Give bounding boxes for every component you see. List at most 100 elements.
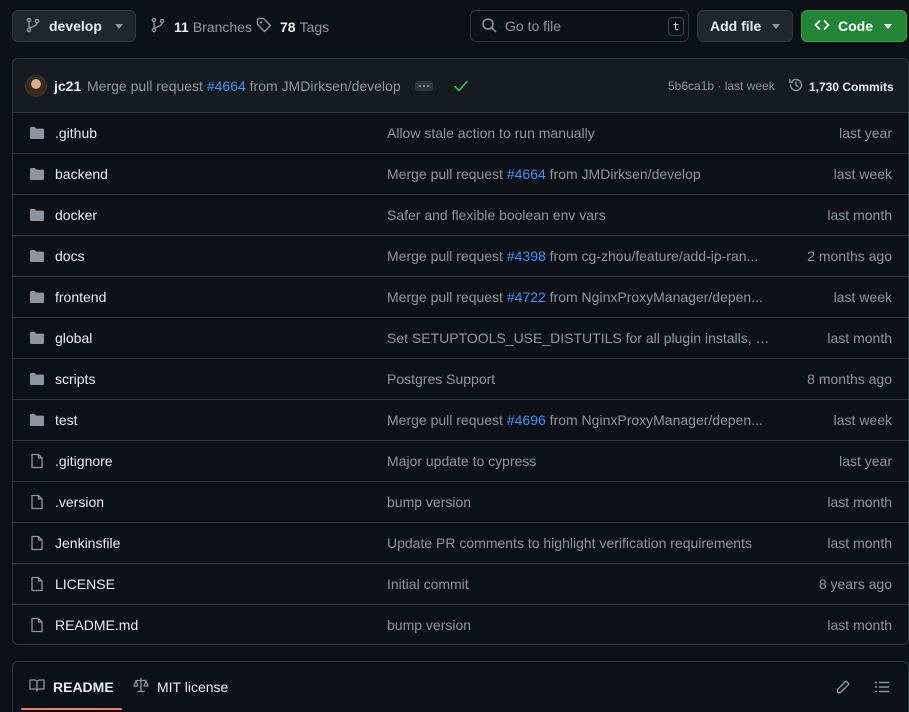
file-commit-date: last year (839, 125, 892, 141)
file-commit-message[interactable]: Safer and flexible boolean env vars (387, 207, 773, 223)
folder-icon (29, 330, 45, 349)
file-name[interactable]: .version (55, 494, 104, 510)
tag-icon (256, 17, 280, 36)
file-commit-message[interactable]: Merge pull request #4696 from NginxProxy… (387, 412, 773, 428)
code-icon (814, 17, 830, 36)
file-commit-date: last week (833, 289, 892, 305)
file-commit-pr-link[interactable]: #4664 (507, 166, 546, 182)
file-name[interactable]: docker (55, 207, 97, 223)
file-icon (29, 617, 45, 636)
file-name[interactable]: .github (55, 125, 97, 141)
file-commit-date: last month (827, 535, 892, 551)
folder-icon (29, 207, 45, 226)
folder-icon (29, 125, 45, 144)
commit-pr-link[interactable]: #4664 (207, 78, 246, 94)
file-icon (29, 576, 45, 595)
file-browser: jc21 Merge pull request #4664 from JMDir… (12, 58, 909, 645)
tags-label: Tags (299, 18, 330, 35)
go-to-file-search[interactable]: t (470, 10, 689, 42)
check-icon[interactable] (453, 79, 469, 96)
file-name[interactable]: docs (55, 248, 85, 264)
add-file-button[interactable]: Add file (697, 10, 793, 42)
chevron-down-icon (884, 24, 892, 29)
file-commit-date: 8 months ago (807, 371, 892, 387)
file-commit-message[interactable]: Merge pull request #4664 from JMDirksen/… (387, 166, 773, 182)
file-row[interactable]: .github Allow stale action to run manuall… (13, 113, 908, 154)
file-row[interactable]: Jenkinsfile Update PR comments to highlig… (13, 523, 908, 564)
file-commit-message[interactable]: Initial commit (387, 576, 773, 592)
file-commit-message[interactable]: bump version (387, 617, 773, 633)
file-commit-message[interactable]: Merge pull request #4722 from NginxProxy… (387, 289, 773, 305)
book-icon (29, 677, 53, 696)
file-name[interactable]: test (55, 412, 78, 428)
file-name[interactable]: global (55, 330, 92, 346)
file-row[interactable]: README.md bump version last month (13, 605, 908, 644)
branch-selector-button[interactable]: develop (12, 10, 136, 42)
shortcut-hint: t (668, 17, 684, 36)
file-commit-date: last week (833, 166, 892, 182)
file-row[interactable]: scripts Postgres Support 8 months ago (13, 359, 908, 400)
code-button[interactable]: Code (801, 10, 907, 42)
file-row[interactable]: frontend Merge pull request #4722 from Ng… (13, 277, 908, 318)
branch-icon (150, 17, 174, 36)
add-file-label: Add file (710, 18, 762, 34)
file-row[interactable]: LICENSE Initial commit 8 years ago (13, 564, 908, 605)
file-commit-message-prefix: Merge pull request (387, 248, 507, 264)
file-row[interactable]: global Set SETUPTOOLS_USE_DISTUTILS for a… (13, 318, 908, 359)
chevron-down-icon (115, 24, 123, 29)
file-commit-message[interactable]: Merge pull request #4398 from cg-zhou/fe… (387, 248, 773, 264)
file-icon (29, 453, 45, 472)
file-commit-date: last month (827, 494, 892, 510)
file-commit-pr-link[interactable]: #4722 (507, 289, 546, 305)
file-commit-message[interactable]: bump version (387, 494, 773, 510)
file-commit-message[interactable]: Major update to cypress (387, 453, 773, 469)
branches-link[interactable]: 11 Branches (150, 17, 252, 36)
commit-author[interactable]: jc21 (54, 78, 81, 94)
search-input[interactable] (505, 18, 655, 34)
file-commit-message-prefix: Set SETUPTOOLS_USE_DISTUTILS for all plu… (387, 330, 773, 346)
file-name[interactable]: scripts (55, 371, 95, 387)
avatar[interactable] (25, 75, 47, 97)
commit-sha-time[interactable]: 5b6ca1b · last week (668, 79, 775, 93)
file-row[interactable]: docs Merge pull request #4398 from cg-zho… (13, 236, 908, 277)
commit-message-suffix: from JMDirksen/develop (249, 78, 401, 94)
file-commit-message[interactable]: Postgres Support (387, 371, 773, 387)
latest-commit-bar: jc21 Merge pull request #4664 from JMDir… (13, 59, 908, 113)
expand-commit-button[interactable] (415, 81, 433, 91)
file-row[interactable]: .gitignore Major update to cypress last ye… (13, 441, 908, 482)
file-row[interactable]: test Merge pull request #4696 from NginxP… (13, 400, 908, 441)
file-name[interactable]: LICENSE (55, 576, 115, 592)
folder-icon (29, 412, 45, 431)
file-commit-message[interactable]: Set SETUPTOOLS_USE_DISTUTILS for all plu… (387, 330, 773, 346)
branch-name: develop (49, 18, 102, 34)
file-name[interactable]: README.md (55, 617, 138, 633)
file-commit-message[interactable]: Update PR comments to highlight verifica… (387, 535, 773, 551)
file-icon (29, 494, 45, 513)
file-commit-message[interactable]: Allow stale action to run manually (387, 125, 773, 141)
edit-icon[interactable] (835, 679, 851, 698)
commit-message[interactable]: Merge pull request #4664 from JMDirksen/… (87, 78, 401, 94)
tags-link[interactable]: 78 Tags (256, 17, 329, 36)
folder-icon (29, 371, 45, 390)
file-row[interactable]: backend Merge pull request #4664 from JMD… (13, 154, 908, 195)
file-commit-message-suffix: from NginxProxyManager/depen... (545, 412, 763, 428)
file-commit-date: last week (833, 412, 892, 428)
file-name[interactable]: backend (55, 166, 108, 182)
file-row[interactable]: .version bump version last month (13, 482, 908, 523)
file-commit-date: last month (827, 330, 892, 346)
file-name[interactable]: .gitignore (55, 453, 113, 469)
folder-icon (29, 248, 45, 267)
file-commit-pr-link[interactable]: #4696 (507, 412, 546, 428)
law-icon (133, 677, 157, 696)
search-icon (481, 17, 497, 36)
file-commit-message-prefix: bump version (387, 617, 472, 633)
commits-link[interactable]: 1,730 Commits (788, 77, 894, 96)
tab-readme[interactable]: README (21, 677, 122, 710)
file-icon (29, 535, 45, 554)
outline-list-icon[interactable] (874, 679, 890, 698)
file-row[interactable]: docker Safer and flexible boolean env var… (13, 195, 908, 236)
file-name[interactable]: frontend (55, 289, 106, 305)
tab-license[interactable]: MIT license (133, 677, 228, 696)
file-commit-pr-link[interactable]: #4398 (507, 248, 546, 264)
file-name[interactable]: Jenkinsfile (55, 535, 120, 551)
